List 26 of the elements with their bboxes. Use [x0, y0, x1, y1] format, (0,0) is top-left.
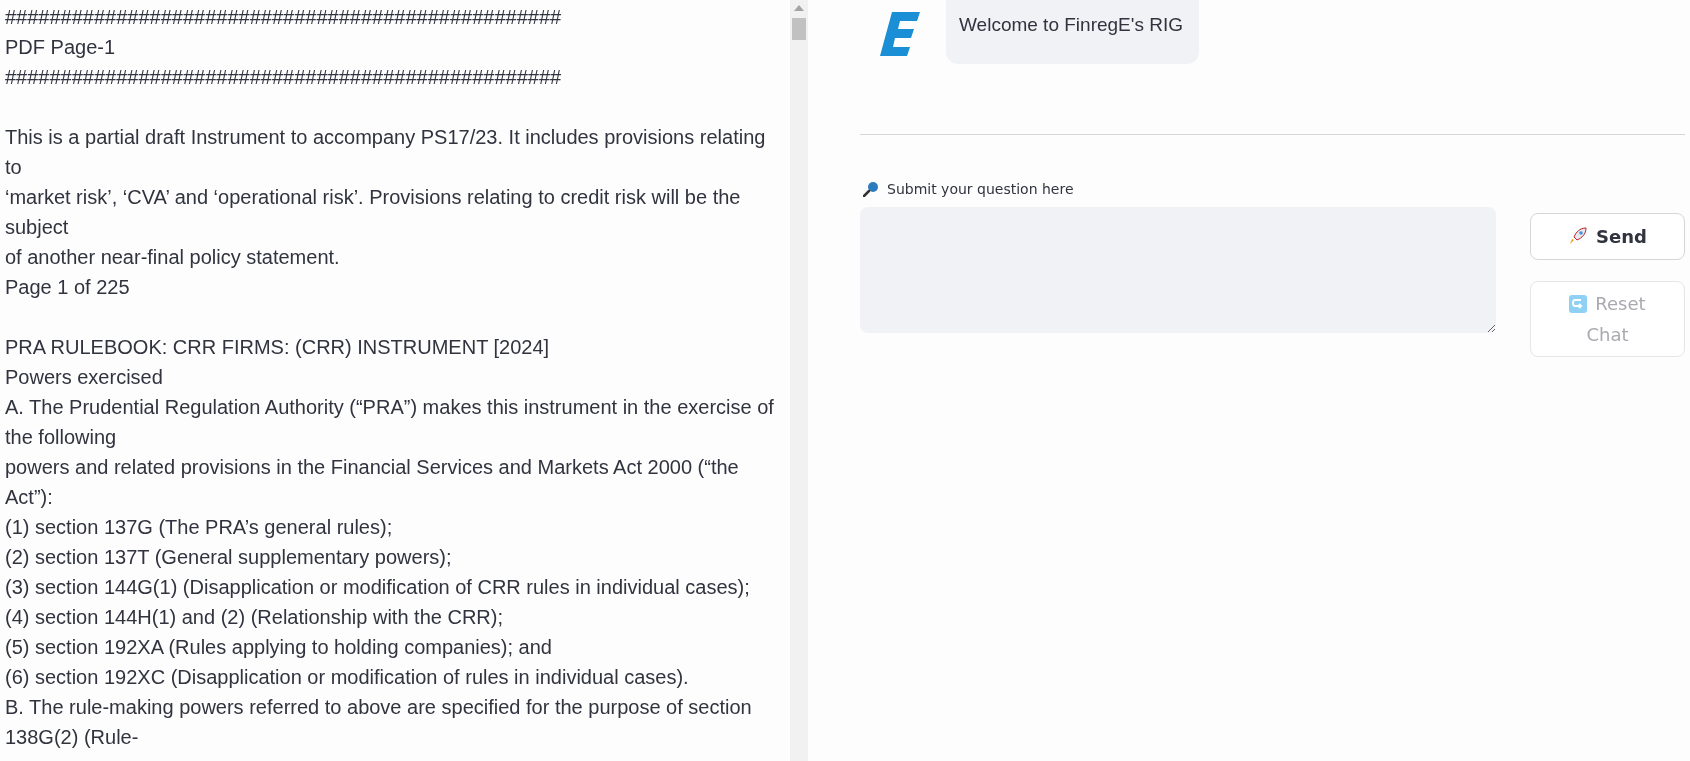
document-text: (1) section 137G (The PRA’s general rules);	[5, 515, 394, 540]
document-text: (3) section 144G(1) (Disapplication or modification of CRR rules in individual cases);	[5, 575, 751, 600]
scrollbar[interactable]	[790, 0, 808, 761]
field-label: Submit your question here	[887, 181, 1074, 197]
magnifier-icon	[863, 181, 879, 197]
document-text: This is a partial draft Instrument to accompany PS17/23. It includes provisions relating to	[5, 125, 767, 180]
document-text: (2) section 137T (General supplementary powers);	[5, 545, 453, 570]
logo-icon	[880, 12, 920, 56]
document-text: B. The rule-making powers referred to above are specified for the purpose of section 138G(2) (Rule-	[5, 695, 753, 750]
document-text: of another near-final policy statement.	[5, 245, 341, 270]
document-text: ##################################################	[5, 5, 563, 30]
document-text: powers and related provisions in the Financial Services and Markets Act 2000 (“the Act”):	[5, 455, 740, 510]
send-button[interactable]: Send	[1530, 213, 1685, 260]
document-text: Page 1 of 225	[5, 275, 131, 300]
document-text: PRA RULEBOOK: CRR FIRMS: (CRR) INSTRUMENT [2024]	[5, 335, 551, 360]
document-text: ##################################################	[5, 65, 563, 90]
scroll-thumb[interactable]	[792, 18, 806, 40]
scroll-up-icon[interactable]	[794, 5, 804, 11]
question-input[interactable]	[860, 207, 1496, 333]
document-text: PDF Page-1	[5, 35, 117, 60]
document-text: (4) section 144H(1) and (2) (Relationship with the CRR);	[5, 605, 504, 630]
chat-bubble: Welcome to FinregE's RIG	[946, 0, 1199, 64]
document-text: (5) section 192XA (Rules applying to holding companies); and	[5, 635, 553, 660]
document-text: (6) section 192XC (Disapplication or modification of rules in individual cases).	[5, 665, 690, 690]
document-text: Powers exercised	[5, 365, 164, 390]
rocket-icon	[1568, 226, 1589, 246]
